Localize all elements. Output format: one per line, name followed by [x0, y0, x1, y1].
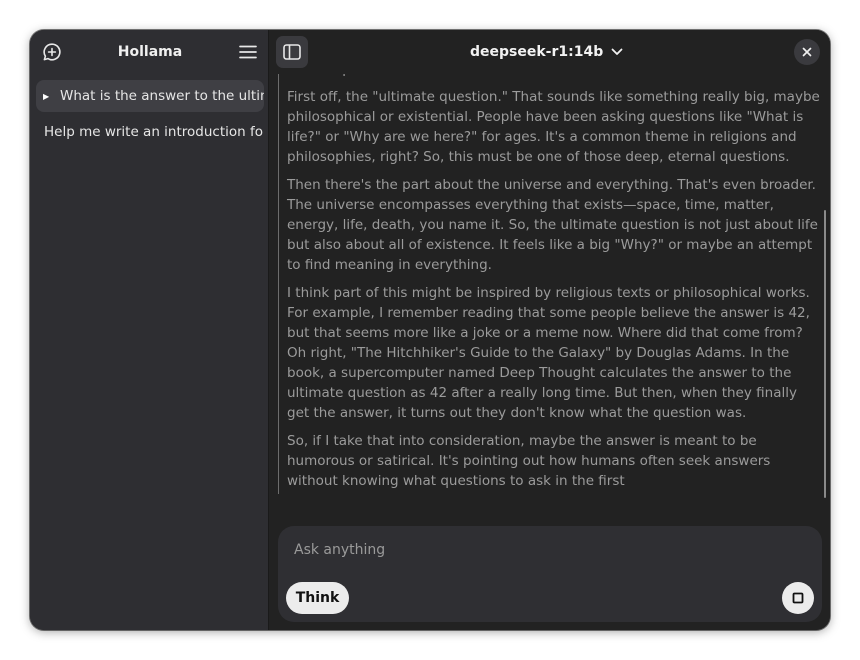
chat-item[interactable]: ▶ What is the answer to the ultimate que…	[36, 80, 264, 112]
thinking-paragraph: So, if I take that into consideration, m…	[287, 433, 771, 489]
hamburger-menu-icon	[239, 45, 257, 59]
chat-item-label: Help me write an introduction for a blog…	[44, 124, 264, 140]
think-button[interactable]: Think	[286, 582, 349, 614]
prompt-input[interactable]	[292, 536, 792, 564]
sidebar-header: Hollama	[30, 30, 269, 74]
close-icon	[802, 47, 812, 57]
scrollbar-thumb[interactable]	[824, 210, 826, 498]
app-title: Hollama	[117, 44, 183, 60]
sidebar: Hollama ▶ What is the answer to the ulti…	[30, 30, 269, 630]
new-chat-icon	[42, 42, 62, 62]
thinking-paragraph: First off, the "ultimate question." That…	[287, 89, 820, 165]
stop-icon	[792, 592, 804, 604]
thinking-paragraph: Then there's the part about the universe…	[287, 177, 818, 273]
stop-button[interactable]	[782, 582, 814, 614]
expand-triangle-icon[interactable]: ▶	[43, 92, 53, 101]
chevron-down-icon	[611, 48, 623, 56]
chat-pane: the components. First off, the "ultimate…	[270, 30, 830, 630]
chat-item-label: What is the answer to the ultimate quest…	[60, 88, 264, 104]
message-area[interactable]: the components. First off, the "ultimate…	[278, 60, 820, 500]
chat-item[interactable]: Help me write an introduction for a blog…	[36, 116, 264, 148]
model-name: deepseek-r1:14b	[470, 44, 604, 60]
main-menu-button[interactable]	[234, 38, 262, 66]
close-button[interactable]	[794, 39, 820, 65]
sidebar-toggle-button[interactable]	[276, 36, 308, 68]
new-chat-button[interactable]	[38, 38, 66, 66]
model-selector[interactable]: deepseek-r1:14b	[470, 41, 623, 63]
sidebar-toggle-icon	[283, 44, 301, 60]
thinking-block: the components. First off, the "ultimate…	[278, 60, 820, 494]
chat-header: deepseek-r1:14b	[270, 30, 830, 74]
app-window: Hollama ▶ What is the answer to the ulti…	[30, 30, 830, 630]
thinking-paragraph: I think part of this might be inspired b…	[287, 285, 810, 421]
composer: Think	[278, 526, 822, 622]
